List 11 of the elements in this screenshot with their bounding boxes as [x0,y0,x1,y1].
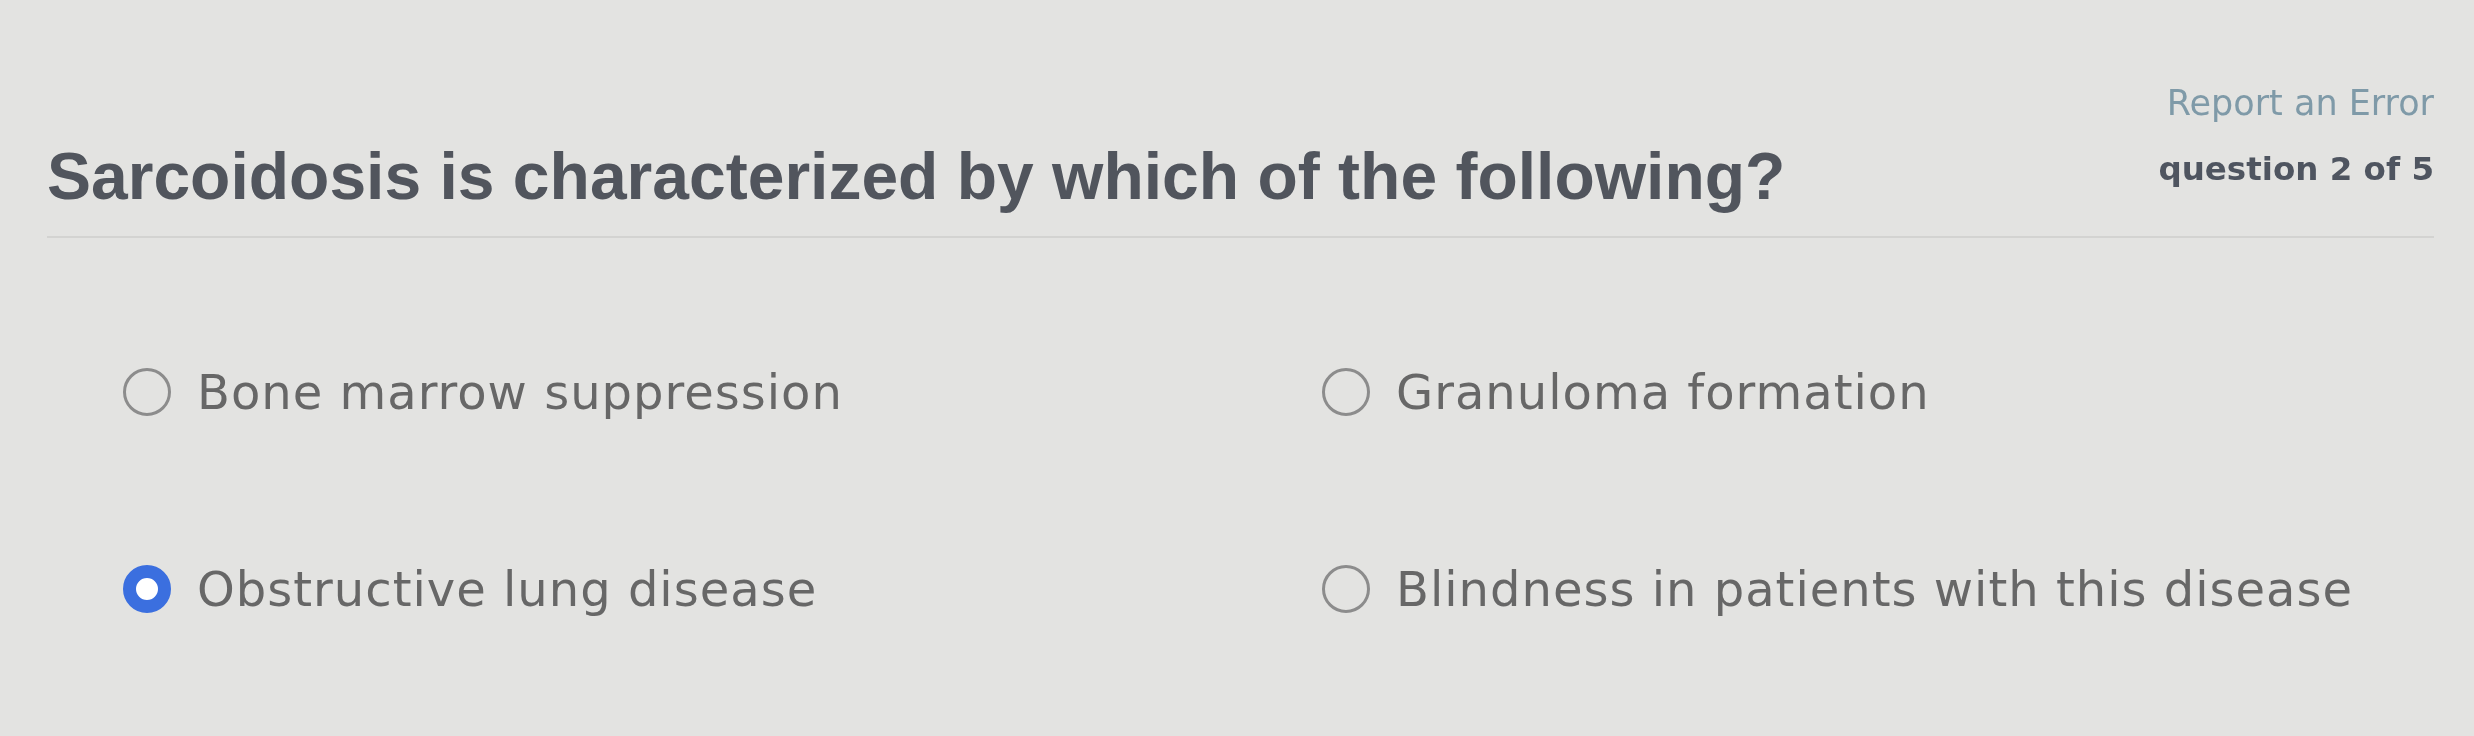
question-counter: question 2 of 5 [2158,150,2434,188]
radio-button[interactable] [1322,368,1370,416]
answer-option-label[interactable]: Obstructive lung disease [197,561,818,617]
answer-option-label[interactable]: Bone marrow suppression [197,364,843,420]
radio-button[interactable] [1322,565,1370,613]
radio-button[interactable] [123,368,171,416]
question-title: Sarcoidosis is characterized by which of the following? [47,137,1786,215]
answer-option-label[interactable]: Granuloma formation [1396,364,1930,420]
radio-button[interactable] [123,565,171,613]
answer-option-label[interactable]: Blindness in patients with this disease [1396,561,2354,617]
report-error-link[interactable]: Report an Error [2166,83,2434,123]
